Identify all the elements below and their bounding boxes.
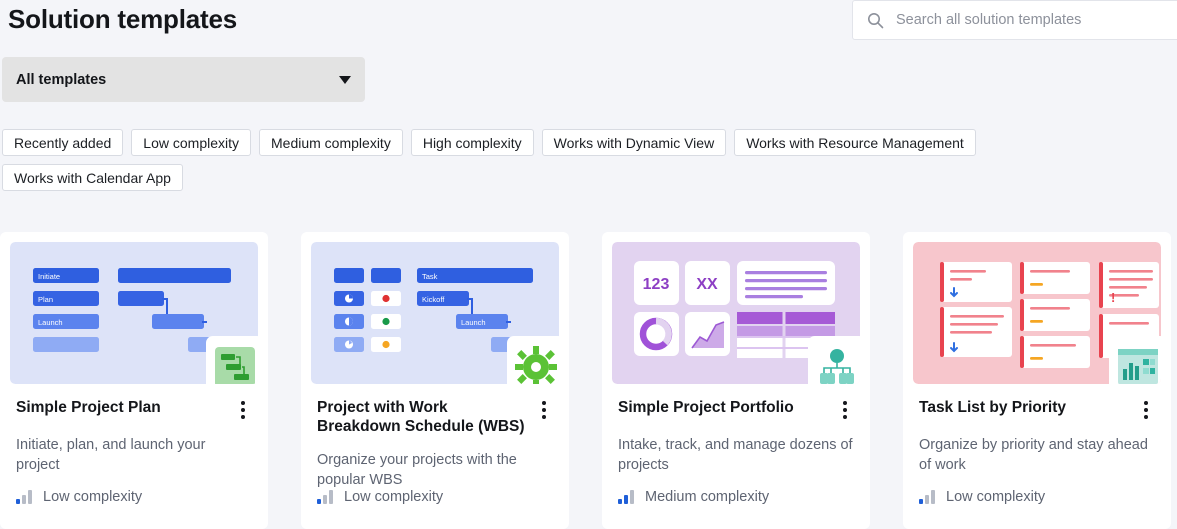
complexity-label: Medium complexity: [645, 489, 770, 505]
complexity-bars-icon: [16, 490, 32, 504]
card-title: Simple Project Portfolio: [618, 399, 794, 416]
svg-text:Initiate: Initiate: [38, 272, 60, 281]
svg-text:Launch: Launch: [38, 318, 63, 327]
kebab-menu-icon[interactable]: [1137, 399, 1155, 421]
complexity-bars-icon: [618, 490, 634, 504]
svg-text:Launch: Launch: [461, 318, 486, 327]
svg-text:!: !: [1111, 290, 1115, 305]
filter-chip[interactable]: Works with Calendar App: [2, 164, 183, 191]
org-chart-teal-icon: [808, 336, 860, 384]
complexity-label: Low complexity: [43, 489, 143, 505]
complexity-indicator: Low complexity: [16, 489, 142, 505]
card-body: Task List by Priority Organize by priori…: [913, 384, 1161, 475]
template-thumbnail: Task Kickoff Launch: [311, 242, 559, 384]
complexity-indicator: Medium complexity: [618, 489, 769, 505]
card-title: Project with Work Breakdown Schedule (WB…: [317, 399, 525, 435]
filter-chip[interactable]: Low complexity: [131, 129, 251, 156]
complexity-bars-icon: [919, 490, 935, 504]
workflow-green-icon: [206, 336, 258, 384]
template-card[interactable]: Task Kickoff Launch Project with Work Br…: [301, 232, 569, 529]
search-box[interactable]: [852, 0, 1177, 40]
card-body: Simple Project Portfolio Intake, track, …: [612, 384, 860, 475]
svg-text:XX: XX: [696, 276, 718, 293]
filter-chip[interactable]: High complexity: [410, 129, 534, 156]
template-thumbnail: Initiate Plan Launch: [10, 242, 258, 384]
complexity-bars-icon: [317, 490, 333, 504]
complexity-label: Low complexity: [946, 489, 1046, 505]
bar-chart-teal-icon: [1109, 336, 1161, 384]
dropdown-selected-label: All templates: [16, 71, 107, 88]
gear-green-icon: [507, 336, 559, 384]
card-description: Intake, track, and manage dozens of proj…: [618, 437, 853, 473]
card-title: Simple Project Plan: [16, 399, 161, 416]
filter-chip[interactable]: Works with Resource Management: [734, 129, 976, 156]
svg-text:Plan: Plan: [38, 295, 53, 304]
search-icon: [867, 12, 884, 29]
template-card[interactable]: Initiate Plan Launch Simple Project Plan: [0, 232, 268, 529]
chevron-down-icon: [339, 75, 351, 84]
page-title: Solution templates: [8, 4, 237, 34]
filter-chip[interactable]: Recently added: [2, 129, 124, 156]
kebab-menu-icon[interactable]: [535, 399, 553, 421]
filter-chip[interactable]: Medium complexity: [259, 129, 403, 156]
template-filter-dropdown[interactable]: All templates: [2, 57, 365, 102]
template-card[interactable]: 123 XX Simple Project Portfolio Intake, …: [602, 232, 870, 529]
kebab-menu-icon[interactable]: [234, 399, 252, 421]
card-title-row: Project with Work Breakdown Schedule (WB…: [317, 398, 553, 436]
svg-text:Task: Task: [422, 272, 438, 281]
card-title: Task List by Priority: [919, 399, 1067, 416]
card-body: Project with Work Breakdown Schedule (WB…: [311, 384, 559, 490]
filter-chip-list: Recently added Low complexity Medium compl…: [2, 129, 1102, 191]
svg-text:123: 123: [643, 276, 670, 293]
template-thumbnail: 123 XX: [612, 242, 860, 384]
search-input[interactable]: [896, 12, 1177, 28]
template-card-grid: Initiate Plan Launch Simple Project Plan: [0, 232, 1177, 529]
svg-text:Kickoff: Kickoff: [422, 295, 445, 304]
card-description: Organize by priority and stay ahead of w…: [919, 437, 1148, 473]
card-title-row: Simple Project Portfolio: [618, 398, 854, 421]
card-description: Initiate, plan, and launch your project: [16, 437, 206, 473]
template-card[interactable]: ! ! Task List by Priority Organize by pr…: [903, 232, 1171, 529]
complexity-label: Low complexity: [344, 489, 444, 505]
filter-chip[interactable]: Works with Dynamic View: [541, 129, 727, 156]
complexity-indicator: Low complexity: [919, 489, 1045, 505]
solution-templates-page: Solution templates All templates Recentl…: [0, 0, 1177, 529]
card-description: Organize your projects with the popular …: [317, 452, 517, 488]
kebab-menu-icon[interactable]: [836, 399, 854, 421]
card-body: Simple Project Plan Initiate, plan, and …: [10, 384, 258, 475]
template-thumbnail: ! !: [913, 242, 1161, 384]
complexity-indicator: Low complexity: [317, 489, 443, 505]
card-title-row: Task List by Priority: [919, 398, 1155, 421]
card-title-row: Simple Project Plan: [16, 398, 252, 421]
